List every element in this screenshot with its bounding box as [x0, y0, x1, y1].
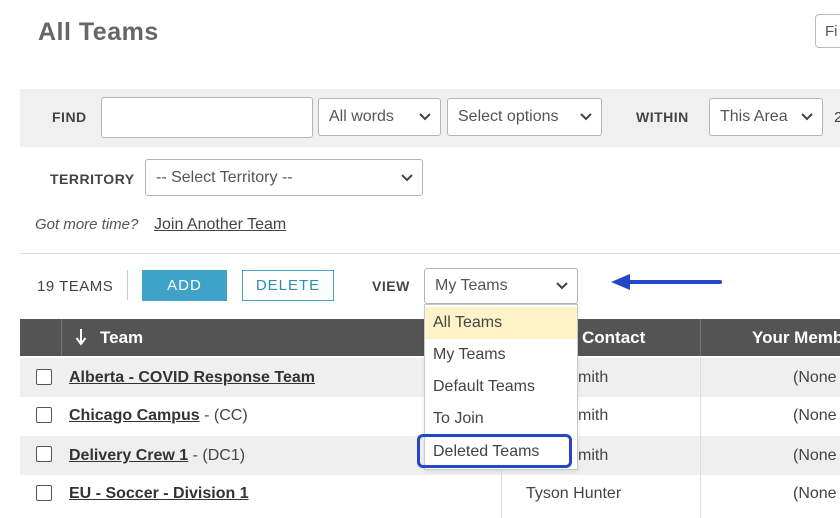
options-select[interactable]: Select options — [447, 98, 602, 136]
column-membership[interactable]: Your Member — [752, 328, 840, 348]
membership-cell: (None — [793, 485, 837, 502]
view-option-default-teams[interactable]: Default Teams — [425, 371, 577, 403]
team-code: - (CC) — [199, 407, 248, 424]
edge-text: 2 — [834, 109, 840, 126]
view-option-my-teams[interactable]: My Teams — [425, 339, 577, 371]
delete-button[interactable]: DELETE — [242, 270, 334, 301]
divider — [20, 253, 840, 254]
within-label: WITHIN — [636, 109, 689, 125]
contact-cell: mith — [578, 447, 609, 464]
table-row: EU - Soccer - Division 1 Tyson Hunter (N… — [20, 475, 840, 514]
match-select-value: All words — [329, 108, 394, 125]
column-divider — [61, 319, 62, 356]
membership-cell: (None — [793, 447, 837, 464]
team-link[interactable]: EU - Soccer - Division 1 — [69, 485, 249, 502]
add-button[interactable]: ADD — [142, 270, 227, 301]
territory-select[interactable]: -- Select Territory -- — [145, 159, 423, 196]
view-select-value: My Teams — [435, 277, 508, 294]
column-team[interactable]: Team — [100, 328, 143, 348]
join-team-link[interactable]: Join Another Team — [154, 216, 286, 234]
toolbar-divider — [127, 270, 128, 300]
team-link[interactable]: Alberta - COVID Response Team — [69, 369, 315, 386]
view-select[interactable]: My Teams — [424, 268, 578, 304]
find-input[interactable] — [101, 97, 313, 138]
top-right-button[interactable]: Fi — [815, 14, 840, 48]
row-checkbox[interactable] — [36, 407, 52, 423]
team-code: - (DC1) — [188, 447, 246, 464]
find-label: FIND — [52, 109, 87, 125]
team-link[interactable]: Delivery Crew 1 — [69, 447, 188, 464]
column-divider — [700, 356, 701, 518]
match-select[interactable]: All words — [318, 98, 441, 136]
row-checkbox[interactable] — [36, 446, 52, 462]
contact-cell: Tyson Hunter — [526, 485, 622, 502]
column-divider — [700, 319, 701, 356]
view-option-to-join[interactable]: To Join — [425, 403, 577, 435]
row-checkbox[interactable] — [36, 485, 52, 501]
arrow-left-icon — [611, 274, 722, 290]
membership-cell: (None — [793, 407, 837, 424]
chevron-down-icon — [580, 113, 592, 121]
annotation-highlight-box — [417, 434, 572, 468]
within-select-value: This Area — [720, 108, 788, 125]
contact-cell: mith — [578, 369, 609, 386]
team-link[interactable]: Chicago Campus — [69, 407, 200, 424]
within-select[interactable]: This Area — [709, 98, 823, 136]
options-select-value: Select options — [458, 108, 559, 125]
contact-cell: mith — [578, 407, 609, 424]
sort-arrow-icon[interactable] — [75, 328, 87, 346]
territory-label: TERRITORY — [50, 171, 135, 187]
chevron-down-icon — [401, 173, 413, 181]
row-checkbox[interactable] — [36, 369, 52, 385]
territory-select-value: -- Select Territory -- — [156, 168, 293, 186]
chevron-down-icon — [556, 282, 568, 290]
join-prompt: Got more time? — [35, 216, 139, 233]
chevron-down-icon — [801, 113, 813, 121]
view-option-all-teams[interactable]: All Teams — [425, 307, 577, 339]
chevron-down-icon — [419, 113, 431, 121]
membership-cell: (None — [793, 369, 837, 386]
team-count: 19 TEAMS — [37, 278, 114, 295]
view-label: VIEW — [372, 278, 410, 294]
column-contact[interactable]: Contact — [582, 328, 645, 348]
page-title: All Teams — [38, 18, 159, 46]
